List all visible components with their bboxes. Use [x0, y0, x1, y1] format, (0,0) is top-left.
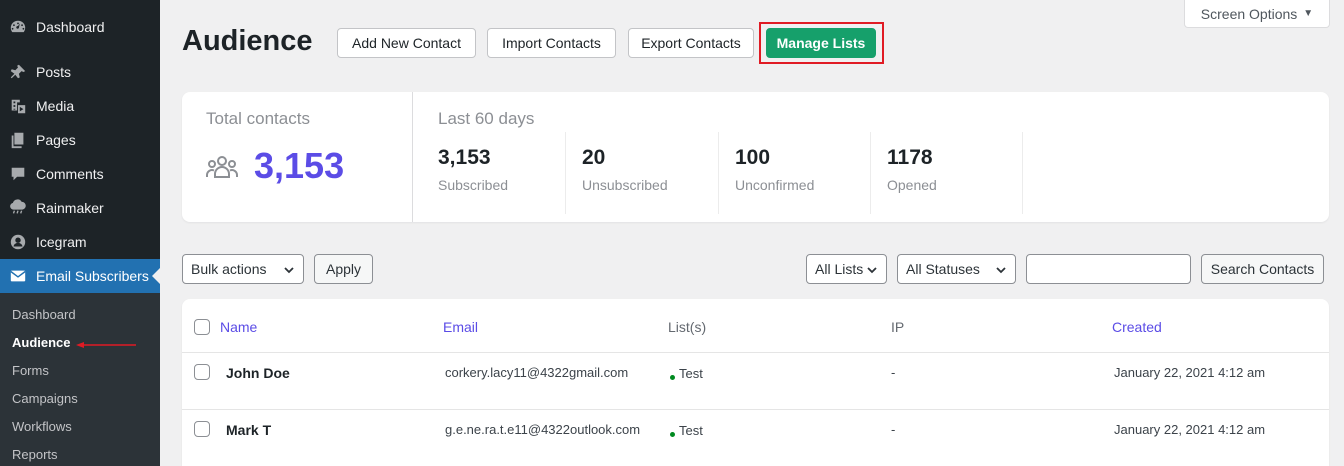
- stat-divider: [565, 132, 566, 214]
- stat-divider: [870, 132, 871, 214]
- row-checkbox[interactable]: [194, 421, 210, 437]
- dashboard-icon: [0, 18, 36, 36]
- search-contacts-button[interactable]: Search Contacts: [1201, 254, 1324, 284]
- pages-icon: [0, 131, 36, 149]
- screen-options-label: Screen Options: [1200, 5, 1298, 22]
- sidebar-item-dashboard[interactable]: Dashboard: [0, 10, 160, 44]
- email-subscribers-submenu: Dashboard Audience Forms Campaigns Workf…: [0, 293, 160, 466]
- submenu-item-dashboard[interactable]: Dashboard: [0, 300, 160, 328]
- contact-list: Test: [670, 423, 703, 438]
- stat-value: 20: [582, 146, 606, 169]
- stat-label: Unconfirmed: [735, 177, 815, 193]
- contacts-table: Name Email List(s) IP Created John Doe c…: [182, 299, 1329, 466]
- sidebar-item-email-subscribers[interactable]: Email Subscribers: [0, 259, 160, 293]
- caret-down-icon: ▼: [1303, 8, 1314, 19]
- icegram-icon: [0, 233, 36, 251]
- sidebar-item-label: Comments: [36, 166, 104, 182]
- media-icon: [0, 97, 36, 115]
- envelope-icon: [0, 267, 36, 285]
- admin-sidebar: Dashboard Posts Media Pages Comments Rai…: [0, 0, 160, 466]
- sidebar-item-label: Icegram: [36, 234, 87, 250]
- chevron-down-icon: [996, 267, 1006, 274]
- contacts-stats-card: Total contacts 3,153 Last 60 days 3,153 …: [182, 92, 1329, 222]
- stat-value: 100: [735, 146, 771, 169]
- list-name: Test: [679, 366, 703, 381]
- list-status-dot-icon: [670, 432, 675, 438]
- users-group-icon: [206, 156, 238, 178]
- contact-ip: -: [891, 422, 896, 437]
- sidebar-item-label: Pages: [36, 132, 76, 148]
- contact-created: January 22, 2021 4:12 am: [1114, 365, 1266, 380]
- stat-label: Unsubscribed: [582, 177, 668, 193]
- table-row: Mark T g.e.ne.ra.t.e11@4322outlook.com T…: [182, 410, 1329, 466]
- sidebar-item-rainmaker[interactable]: Rainmaker: [0, 191, 160, 225]
- red-annotation-arrow-icon: [76, 342, 136, 348]
- all-statuses-value: All Statuses: [906, 261, 980, 277]
- sidebar-item-icegram[interactable]: Icegram: [0, 225, 160, 259]
- submenu-item-forms[interactable]: Forms: [0, 356, 160, 384]
- table-header: Name Email List(s) IP Created: [182, 299, 1329, 353]
- sidebar-item-label: Dashboard: [36, 19, 105, 35]
- contact-email: g.e.ne.ra.t.e11@4322outlook.com: [445, 422, 641, 437]
- sidebar-item-pages[interactable]: Pages: [0, 123, 160, 157]
- column-header-lists: List(s): [668, 319, 707, 335]
- search-contacts-input[interactable]: [1026, 254, 1191, 284]
- contact-created: January 22, 2021 4:12 am: [1114, 422, 1266, 437]
- export-contacts-button[interactable]: Export Contacts: [628, 28, 754, 58]
- total-contacts-value: 3,153: [254, 145, 345, 186]
- stat-divider: [718, 132, 719, 214]
- list-status-dot-icon: [670, 375, 675, 381]
- contact-list: Test: [670, 366, 703, 381]
- total-contacts-label: Total contacts: [206, 109, 310, 128]
- active-indicator: [152, 268, 160, 284]
- total-contacts-section: Total contacts 3,153: [182, 92, 413, 222]
- list-name: Test: [679, 423, 703, 438]
- stat-label: Subscribed: [438, 177, 509, 193]
- stat-divider: [1022, 132, 1023, 214]
- column-header-email[interactable]: Email: [443, 319, 478, 335]
- contact-name[interactable]: Mark T: [226, 422, 271, 438]
- comment-icon: [0, 165, 36, 183]
- contact-ip: -: [891, 365, 896, 380]
- sidebar-item-comments[interactable]: Comments: [0, 157, 160, 191]
- sidebar-item-media[interactable]: Media: [0, 89, 160, 123]
- table-row: John Doe corkery.lacy11@4322gmail.com Te…: [182, 353, 1329, 410]
- sidebar-item-posts[interactable]: Posts: [0, 55, 160, 89]
- add-new-contact-button[interactable]: Add New Contact: [337, 28, 476, 58]
- all-statuses-select[interactable]: All Statuses: [897, 254, 1016, 284]
- column-header-ip: IP: [891, 319, 905, 335]
- column-header-name[interactable]: Name: [220, 319, 257, 335]
- all-lists-select[interactable]: All Lists: [806, 254, 887, 284]
- select-all-checkbox[interactable]: [194, 319, 210, 335]
- sidebar-item-label: Email Subscribers: [36, 268, 149, 284]
- contact-email: corkery.lacy11@4322gmail.com: [445, 365, 629, 380]
- bulk-actions-select[interactable]: Bulk actions: [182, 254, 304, 284]
- screen-options-toggle[interactable]: Screen Options ▼: [1184, 0, 1330, 28]
- submenu-item-campaigns[interactable]: Campaigns: [0, 384, 160, 412]
- bulk-actions-value: Bulk actions: [191, 261, 267, 277]
- sidebar-item-label: Media: [36, 98, 75, 114]
- submenu-item-workflows[interactable]: Workflows: [0, 412, 160, 440]
- pin-icon: [0, 63, 36, 81]
- all-lists-value: All Lists: [815, 261, 864, 277]
- sidebar-item-label: Rainmaker: [36, 200, 104, 216]
- chevron-down-icon: [867, 267, 877, 274]
- sidebar-item-label: Posts: [36, 64, 72, 80]
- row-checkbox[interactable]: [194, 364, 210, 380]
- stat-label: Opened: [887, 177, 937, 193]
- apply-button[interactable]: Apply: [314, 254, 373, 284]
- highlight-annotation-box: [759, 22, 884, 64]
- cloud-rain-icon: [0, 199, 36, 217]
- column-header-created[interactable]: Created: [1112, 319, 1162, 335]
- stat-value: 3,153: [438, 146, 491, 169]
- chevron-down-icon: [284, 267, 294, 274]
- contact-name[interactable]: John Doe: [226, 365, 290, 381]
- period-label: Last 60 days: [438, 109, 535, 128]
- submenu-item-reports[interactable]: Reports: [0, 440, 160, 466]
- import-contacts-button[interactable]: Import Contacts: [487, 28, 616, 58]
- page-title: Audience: [182, 25, 313, 57]
- stat-value: 1178: [887, 146, 933, 169]
